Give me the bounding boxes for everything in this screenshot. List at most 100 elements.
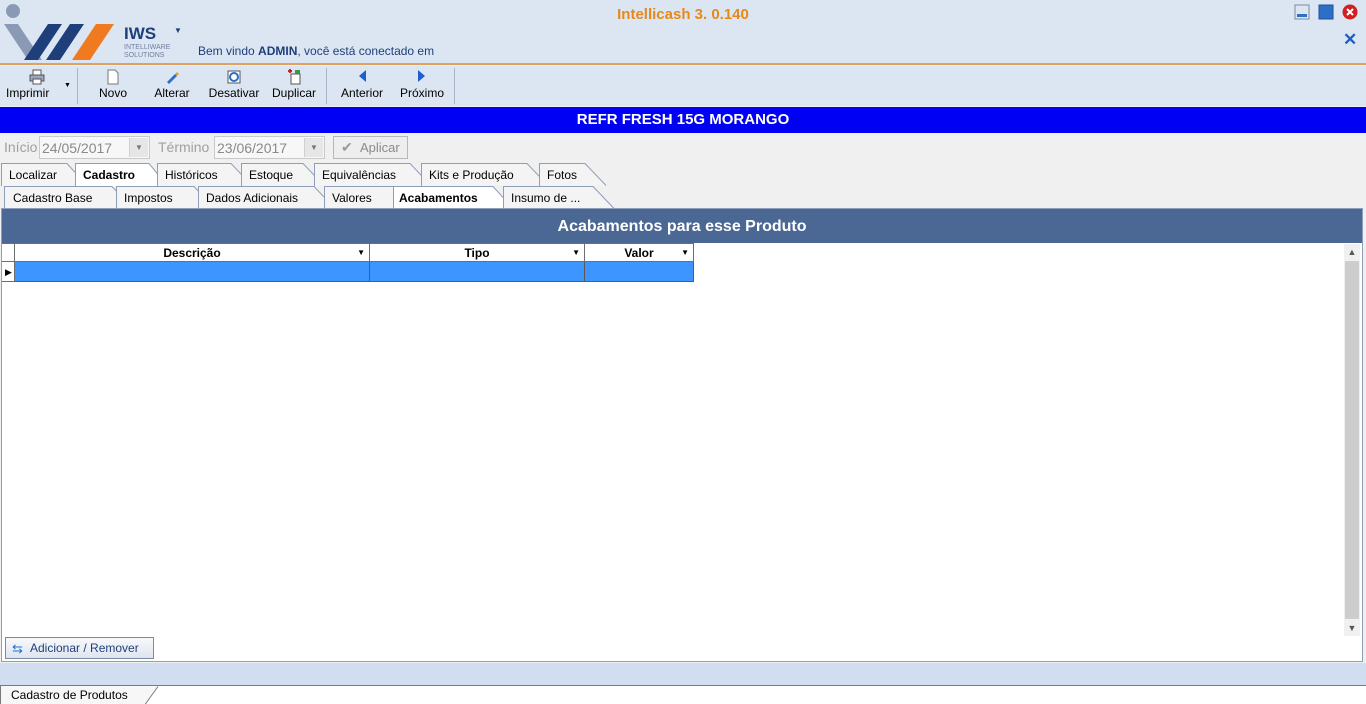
tab-valores-label: Valores <box>332 191 372 205</box>
logo-subtitle-line-1: INTELLIWARE <box>124 44 171 51</box>
welcome-suffix: , você está conectado em <box>297 44 435 58</box>
deactivate-button[interactable]: Desativar <box>204 66 264 106</box>
column-header-tipo[interactable]: Tipo ▼ <box>370 243 585 262</box>
grid-indicator-header <box>2 243 15 262</box>
tab-cadastro-base[interactable]: Cadastro Base <box>4 186 134 209</box>
scroll-up-icon[interactable]: ▲ <box>1344 244 1360 260</box>
tab-dados-adicionais-label: Dados Adicionais <box>206 191 299 205</box>
product-name-banner: REFR FRESH 15G MORANGO <box>0 107 1366 133</box>
tab-cadastro-label: Cadastro <box>83 168 136 182</box>
close-form-icon[interactable]: ✕ <box>1343 30 1357 50</box>
toolbar-divider <box>77 68 78 104</box>
document-tab-cadastro-produtos[interactable]: Cadastro de Produtos <box>0 686 160 704</box>
table-row-cell-valor[interactable] <box>585 262 694 282</box>
print-label: Imprimir <box>6 86 50 100</box>
end-date-value: 23/06/2017 <box>217 140 288 156</box>
duplicate-icon <box>288 69 301 85</box>
tab-historicos[interactable]: Históricos <box>157 163 253 186</box>
checkmark-icon: ✔ <box>341 139 353 155</box>
end-date-chevron-down-icon[interactable]: ▼ <box>304 138 323 157</box>
sub-tab-strip: Cadastro Base Impostos Dados Adicionais … <box>0 186 1366 210</box>
tab-fotos-label: Fotos <box>547 168 578 182</box>
new-label: Novo <box>98 86 127 100</box>
tab-insumo-label: Insumo de ... <box>511 191 581 205</box>
tab-fotos[interactable]: Fotos <box>539 163 607 186</box>
deactivate-label: Desativar <box>208 86 260 100</box>
tab-impostos-label: Impostos <box>124 191 173 205</box>
print-chevron-down-icon[interactable]: ▼ <box>64 82 71 89</box>
table-row-cell-descricao[interactable] <box>15 262 370 282</box>
welcome-user: ADMIN <box>258 44 298 58</box>
tab-equivalencias[interactable]: Equivalências <box>314 163 432 186</box>
edit-label: Alterar <box>154 86 190 100</box>
tab-estoque[interactable]: Estoque <box>241 163 325 186</box>
tab-estoque-label: Estoque <box>249 168 294 182</box>
arrow-right-icon <box>418 70 425 82</box>
tab-cadastro-base-label: Cadastro Base <box>13 191 93 205</box>
close-icon[interactable] <box>1342 4 1358 20</box>
app-header: IWS INTELLIWARE SOLUTIONS ▼ Intellicash … <box>0 0 1366 65</box>
column-filter-chevron-down-icon[interactable]: ▼ <box>681 244 689 262</box>
app-title: Intellicash 3. 0.140 <box>617 6 749 23</box>
table-row-cell-tipo[interactable] <box>370 262 585 282</box>
maximize-icon[interactable] <box>1318 4 1334 20</box>
previous-button[interactable]: Anterior <box>334 66 390 106</box>
apply-button[interactable]: ✔ Aplicar <box>333 136 408 159</box>
printer-icon <box>29 69 45 85</box>
document-tab-label: Cadastro de Produtos <box>11 688 128 702</box>
arrow-left-icon <box>359 70 366 82</box>
toolbar-divider <box>326 68 327 104</box>
add-remove-button[interactable]: ⇆ Adicionar / Remover <box>5 637 154 659</box>
main-tab-strip: Localizar Cadastro Históricos Estoque Eq… <box>0 163 1366 187</box>
previous-label: Anterior <box>340 86 384 100</box>
column-header-valor[interactable]: Valor ▼ <box>585 243 694 262</box>
new-document-icon <box>107 69 119 85</box>
status-strip <box>0 663 1366 685</box>
edit-button[interactable]: Alterar <box>148 66 196 106</box>
scroll-down-icon[interactable]: ▼ <box>1344 620 1360 636</box>
tab-acabamentos-label: Acabamentos <box>399 191 478 205</box>
tab-equivalencias-label: Equivalências <box>322 168 397 182</box>
start-date-chevron-down-icon[interactable]: ▼ <box>129 138 148 157</box>
next-button[interactable]: Próximo <box>394 66 450 106</box>
welcome-prefix: Bem vindo <box>198 44 259 58</box>
deactivate-icon <box>227 70 241 84</box>
start-date-label: Início <box>4 139 38 155</box>
new-button[interactable]: Novo <box>90 66 136 106</box>
panel-title: Acabamentos para esse Produto <box>2 209 1362 243</box>
toolbar: Imprimir ▼ Novo Alterar Desativar Duplic… <box>0 66 1366 106</box>
start-date-value: 24/05/2017 <box>42 140 113 156</box>
document-tab-strip: Cadastro de Produtos <box>0 685 1366 704</box>
tab-cadastro[interactable]: Cadastro <box>75 163 169 187</box>
start-date-field[interactable]: 24/05/2017 ▼ <box>39 136 150 159</box>
print-button[interactable]: Imprimir <box>4 66 70 106</box>
duplicate-label: Duplicar <box>271 86 316 100</box>
date-filter-bar: Início 24/05/2017 ▼ Término 23/06/2017 ▼… <box>0 136 1366 160</box>
end-date-field[interactable]: 23/06/2017 ▼ <box>214 136 325 159</box>
column-filter-chevron-down-icon[interactable]: ▼ <box>572 244 580 262</box>
tab-dados-adicionais[interactable]: Dados Adicionais <box>198 186 336 209</box>
tab-localizar-label: Localizar <box>9 168 58 182</box>
tab-kits-producao[interactable]: Kits e Produção <box>421 163 549 186</box>
apply-label: Aplicar <box>360 140 400 155</box>
end-date-label: Término <box>158 139 210 155</box>
tab-kits-producao-label: Kits e Produção <box>429 168 514 182</box>
welcome-message: Bem vindo ADMIN, você está conectado em <box>198 44 434 58</box>
column-header-tipo-label: Tipo <box>464 246 490 260</box>
scrollbar-thumb[interactable] <box>1345 261 1359 619</box>
column-header-descricao[interactable]: Descrição ▼ <box>15 243 370 262</box>
duplicate-button[interactable]: Duplicar <box>266 66 322 106</box>
tab-acabamentos[interactable]: Acabamentos <box>393 186 515 210</box>
column-filter-chevron-down-icon[interactable]: ▼ <box>357 244 365 262</box>
logo-subtitle-line-2: SOLUTIONS <box>124 52 165 59</box>
swap-arrows-icon: ⇆ <box>12 641 23 656</box>
tab-historicos-label: Históricos <box>165 168 218 182</box>
add-remove-label: Adicionar / Remover <box>30 641 139 655</box>
toolbar-divider <box>454 68 455 104</box>
minimize-icon[interactable] <box>1294 4 1310 20</box>
vertical-scrollbar[interactable]: ▲ ▼ <box>1344 244 1360 636</box>
logo-menu-chevron-down-icon[interactable]: ▼ <box>174 26 182 35</box>
column-header-valor-label: Valor <box>624 246 654 260</box>
row-indicator-arrow-icon[interactable]: ▶ <box>2 262 15 282</box>
tab-insumo[interactable]: Insumo de ... <box>503 186 615 209</box>
